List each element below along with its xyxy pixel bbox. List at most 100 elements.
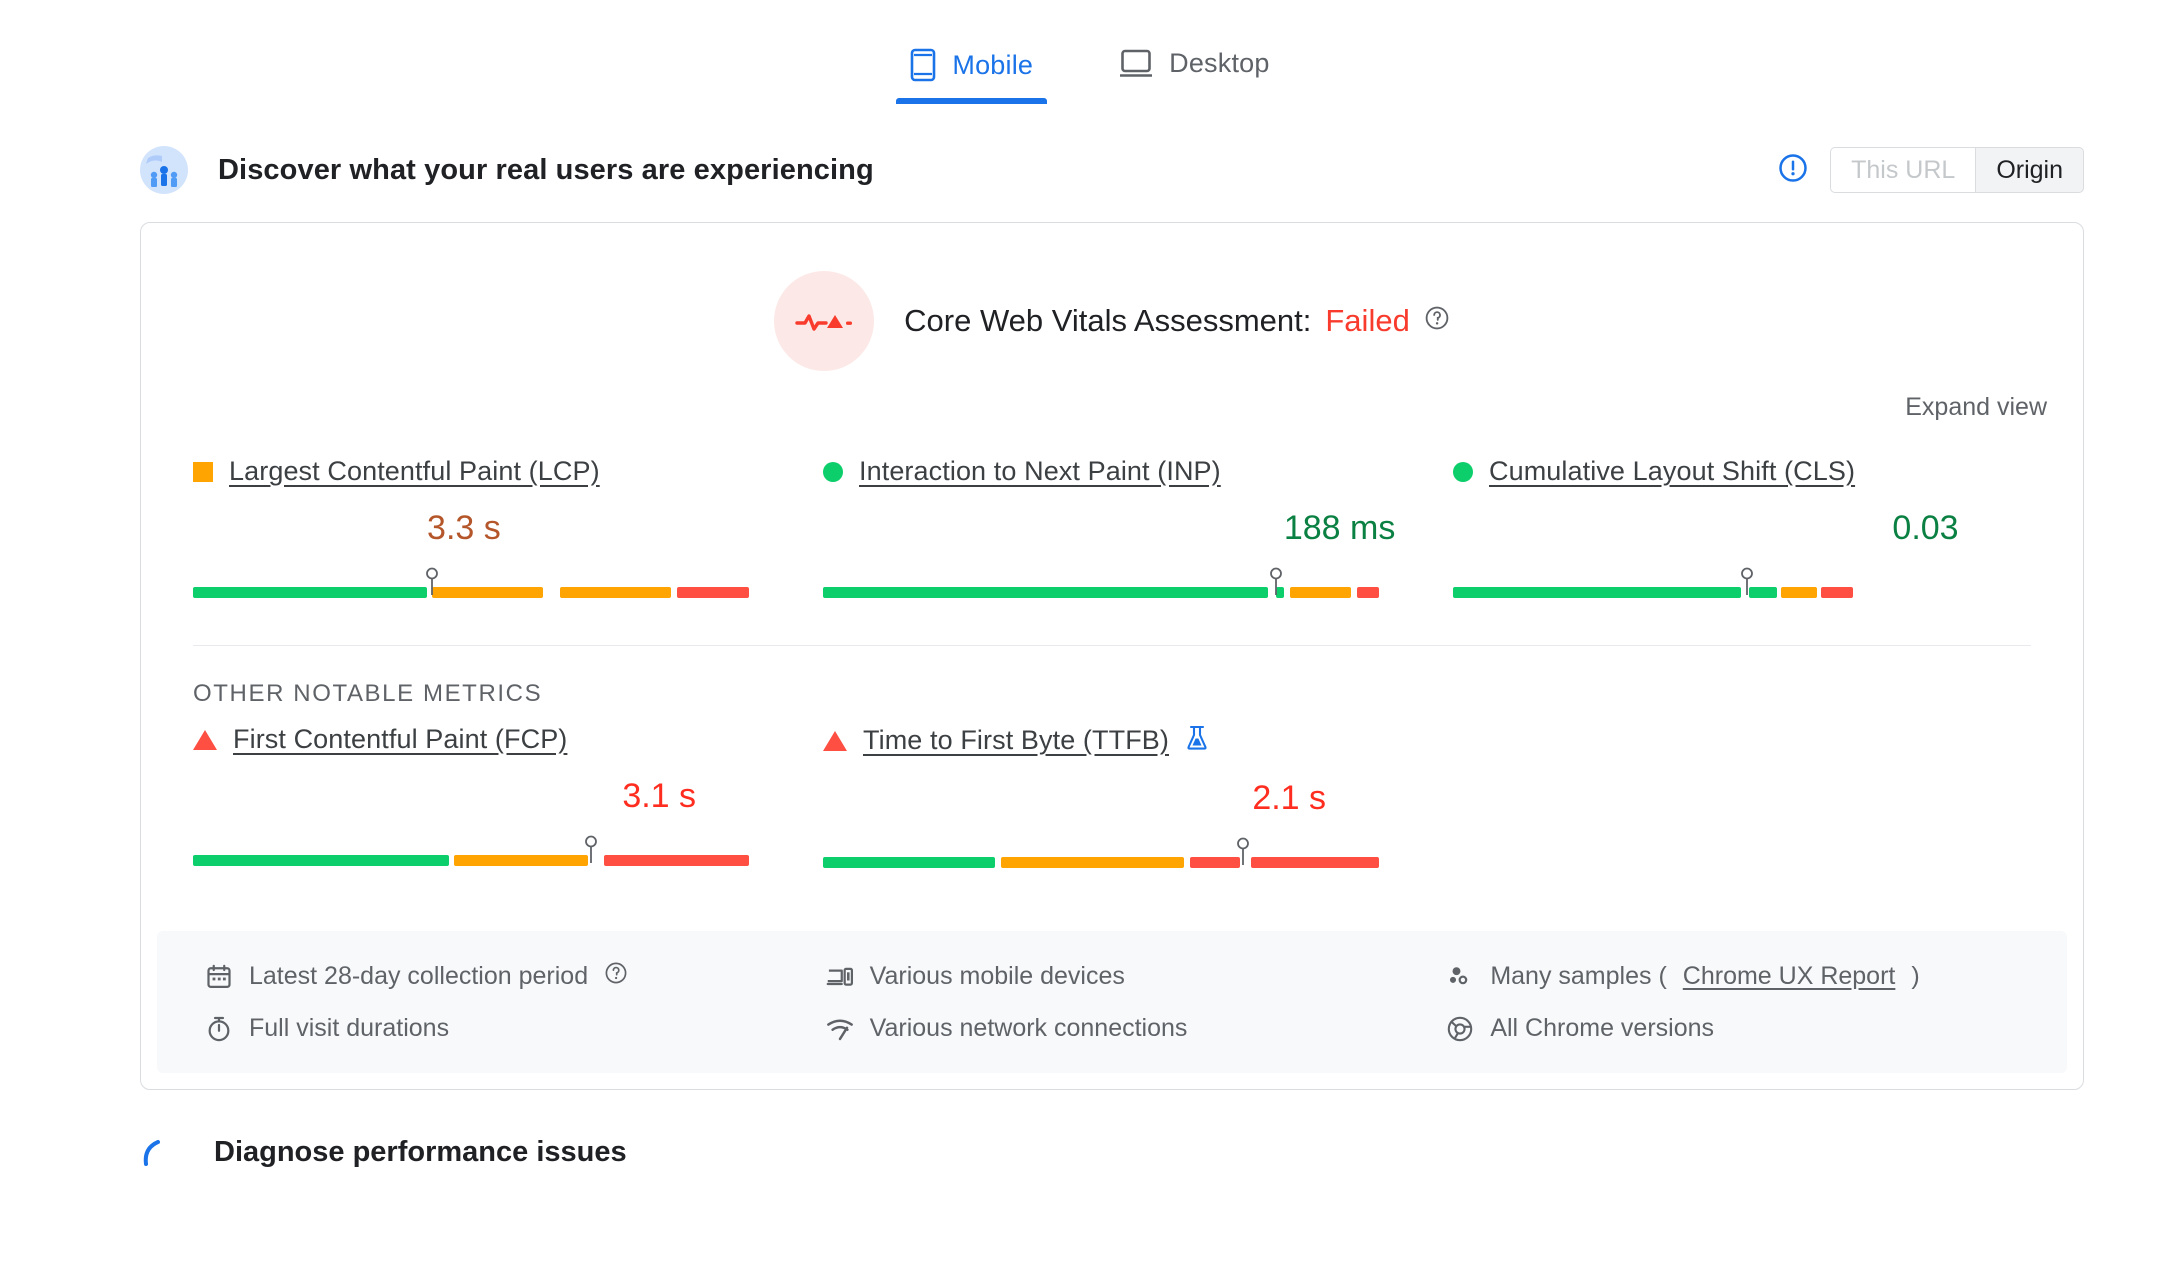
meta-devices-label: Various mobile devices [869, 962, 1125, 990]
field-data-card: Core Web Vitals Assessment: Failed Expan… [140, 222, 2084, 1090]
metric-placeholder [1453, 724, 2083, 905]
metric-inp-value-row: 188 ms [823, 509, 1453, 553]
status-triangle-icon [823, 730, 847, 751]
metric-inp-header: Interaction to Next Paint (INP) [823, 456, 1453, 487]
bar-segment-poor [676, 587, 749, 598]
other-metrics-title: OTHER NOTABLE METRICS [193, 680, 543, 707]
metric-cls: Cumulative Layout Shift (CLS) 0.03 [1453, 456, 2083, 635]
metric-fcp: First Contentful Paint (FCP) 3.1 s [193, 724, 823, 905]
tab-mobile[interactable]: Mobile [896, 40, 1048, 104]
desktop-icon [1119, 49, 1153, 79]
metric-lcp-value: 3.3 s [427, 509, 501, 547]
bar-segment-poor [1821, 587, 1853, 598]
core-web-vitals-grid: Largest Contentful Paint (LCP) 3.3 s Int… [141, 422, 2083, 635]
bar-segment-good [193, 587, 427, 598]
percentile-marker-pin [425, 567, 439, 606]
meta-chrome-versions: All Chrome versions [1446, 1014, 2067, 1043]
bar-segment-needs-improvement [432, 587, 544, 598]
tab-mobile-label: Mobile [952, 49, 1034, 80]
meta-network: Various network connections [826, 1014, 1447, 1043]
assessment-label: Core Web Vitals Assessment: [904, 303, 1312, 338]
metric-inp-label[interactable]: Interaction to Next Paint (INP) [859, 456, 1221, 487]
meta-visit-durations: Full visit durations [205, 1014, 826, 1043]
tab-desktop-label: Desktop [1169, 48, 1270, 78]
metric-ttfb-bar [823, 837, 1453, 871]
expand-view-button[interactable]: Expand view [1905, 393, 2047, 422]
page-title: Discover what your real users are experi… [218, 153, 874, 186]
meta-chrome-versions-label: All Chrome versions [1490, 1014, 1715, 1042]
metric-cls-label[interactable]: Cumulative Layout Shift (CLS) [1489, 456, 1855, 487]
bar-segment-needs-improvement [454, 855, 588, 866]
metric-inp-bar [823, 567, 1453, 601]
metric-lcp-bar [193, 567, 823, 601]
toggle-origin[interactable]: Origin [1975, 147, 2084, 193]
metric-cls-bar [1453, 567, 2083, 601]
scope-controls: This URL Origin [1778, 147, 2084, 193]
toggle-this-url[interactable]: This URL [1830, 147, 1976, 193]
samples-icon [1446, 963, 1474, 991]
status-square-icon [193, 461, 213, 482]
status-triangle-icon [193, 729, 217, 750]
meta-devices: Various mobile devices [826, 961, 1447, 992]
mobile-icon [910, 48, 936, 82]
bar-segment-needs-improvement [1781, 587, 1817, 598]
metric-cls-value: 0.03 [1892, 509, 1959, 547]
metric-fcp-value: 3.1 s [622, 777, 697, 815]
metric-ttfb-value: 2.1 s [1252, 779, 1327, 817]
metric-inp: Interaction to Next Paint (INP) 188 ms [823, 456, 1453, 635]
meta-samples-label: Many samples ( [1490, 962, 1667, 990]
metric-ttfb-header: Time to First Byte (TTFB) [823, 724, 1453, 757]
bar-segment-needs-improvement [559, 587, 672, 598]
scope-toggle-group: This URL Origin [1830, 147, 2084, 193]
chrome-icon [1446, 1015, 1474, 1043]
users-globe-icon [140, 146, 188, 194]
metric-fcp-bar [193, 835, 823, 869]
pulse-alert-icon [774, 271, 875, 371]
chrome-ux-report-link[interactable]: Chrome UX Report [1683, 962, 1896, 991]
devices-icon [826, 963, 854, 991]
metric-fcp-value-row: 3.1 s [193, 777, 823, 821]
calendar-icon [205, 963, 233, 991]
metric-inp-value: 188 ms [1283, 509, 1396, 547]
metric-fcp-header: First Contentful Paint (FCP) [193, 724, 823, 755]
field-data-header: Discover what your real users are experi… [140, 146, 2084, 194]
bar-segment-good [823, 587, 1268, 598]
diagnose-icon [140, 1132, 184, 1172]
percentile-marker-pin [584, 835, 598, 874]
status-dot-icon [823, 461, 843, 482]
metric-lcp-label[interactable]: Largest Contentful Paint (LCP) [229, 456, 600, 487]
meta-samples-label-after: ) [1911, 962, 1920, 990]
device-tabs: Mobile Desktop [0, 0, 2180, 104]
tab-active-indicator [896, 98, 1048, 104]
meta-visit-durations-label: Full visit durations [249, 1014, 450, 1042]
flask-icon[interactable] [1185, 724, 1209, 757]
metric-ttfb: Time to First Byte (TTFB) 2.1 s [823, 724, 1453, 905]
meta-network-label: Various network connections [869, 1014, 1188, 1042]
core-web-vitals-assessment: Core Web Vitals Assessment: Failed [141, 223, 2083, 371]
metric-fcp-label[interactable]: First Contentful Paint (FCP) [233, 724, 567, 755]
bar-segment-needs-improvement [1290, 587, 1352, 598]
diagnose-performance-title: Diagnose performance issues [214, 1135, 627, 1168]
stopwatch-icon [205, 1015, 233, 1043]
tab-desktop[interactable]: Desktop [1105, 40, 1283, 101]
metric-cls-header: Cumulative Layout Shift (CLS) [1453, 456, 2083, 487]
meta-collection-period-label: Latest 28-day collection period [249, 962, 589, 990]
bar-segment-good [193, 855, 449, 866]
metric-lcp: Largest Contentful Paint (LCP) 3.3 s [193, 456, 823, 635]
alert-circle-icon[interactable] [1778, 153, 1808, 188]
metric-cls-value-row: 0.03 [1453, 509, 2083, 553]
expand-view-row: Expand view [141, 371, 2083, 422]
metric-lcp-value-row: 3.3 s [193, 509, 823, 553]
diagnose-performance-section: Diagnose performance issues [140, 1132, 2180, 1172]
help-circle-icon[interactable] [1424, 303, 1450, 339]
bar-segment-good [1453, 587, 1741, 598]
assessment-status: Failed [1325, 303, 1410, 338]
metric-ttfb-value-row: 2.1 s [823, 779, 1453, 823]
network-icon [826, 1015, 854, 1043]
meta-collection-period: Latest 28-day collection period [205, 961, 826, 992]
bar-segment-good [823, 857, 996, 868]
metric-ttfb-label[interactable]: Time to First Byte (TTFB) [863, 725, 1169, 756]
status-dot-icon [1453, 461, 1473, 482]
help-circle-icon[interactable] [604, 961, 628, 992]
assessment-title: Core Web Vitals Assessment: Failed [904, 303, 1450, 339]
